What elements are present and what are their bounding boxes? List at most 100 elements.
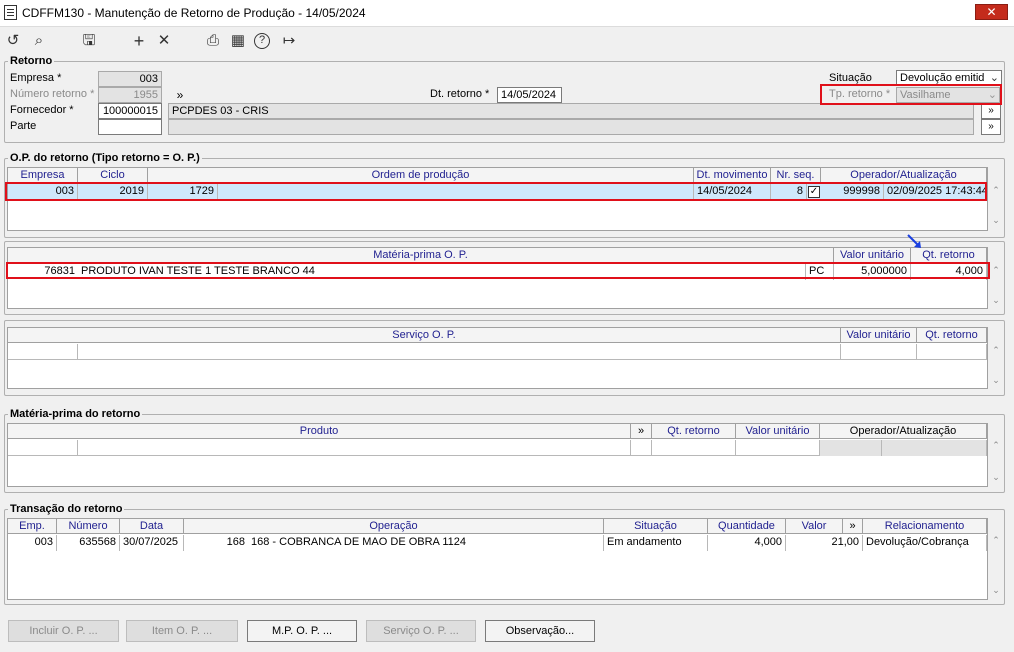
parte-field[interactable] [98, 119, 162, 135]
col-empresa[interactable]: Empresa [8, 168, 78, 183]
dt-retorno-field[interactable]: 14/05/2024 [497, 87, 562, 103]
highlight-op-row [5, 182, 987, 201]
scroll-down-icon[interactable]: ⌄ [989, 375, 1003, 386]
print-icon[interactable]: ⎙ [203, 31, 223, 51]
col-materia-prima[interactable]: Matéria-prima O. P. [8, 248, 834, 263]
scroll-down-icon[interactable]: ⌄ [989, 295, 1003, 306]
item-op-button[interactable]: Item O. P. ... [126, 620, 238, 642]
incluir-op-button[interactable]: Incluir O. P. ... [8, 620, 119, 642]
scroll-down-icon[interactable]: ⌄ [989, 472, 1003, 483]
cell-empty [631, 440, 652, 456]
cell-emp: 003 [8, 535, 57, 551]
cell-empty [917, 344, 987, 360]
title-bar: CDFFM130 - Manutenção de Retorno de Prod… [0, 0, 1014, 27]
retorno-title: Retorno [8, 55, 55, 67]
col-operacao[interactable]: Operação [184, 519, 604, 534]
cell-relacionamento: Devolução/Cobrança [863, 535, 987, 551]
col-emp[interactable]: Emp. [8, 519, 57, 534]
mp-retorno-title: Matéria-prima do retorno [8, 408, 143, 420]
cell-numero: 635568 [57, 535, 120, 551]
parte-label: Parte [10, 120, 37, 132]
scroll-up-icon[interactable]: ⌃ [989, 185, 1003, 196]
scroll-down-icon[interactable]: ⌄ [989, 585, 1003, 596]
cell-empty [8, 440, 78, 456]
col-qt-retorno[interactable]: Qt. retorno [652, 424, 736, 439]
dt-retorno-label: Dt. retorno * [430, 88, 490, 100]
numero-retorno-field[interactable]: 1955 [98, 87, 162, 103]
delete-icon[interactable]: ✕ [154, 31, 174, 51]
col-relacionamento[interactable]: Relacionamento [863, 519, 987, 534]
pointer-arrow-icon [907, 234, 921, 248]
window-title: CDFFM130 - Manutenção de Retorno de Prod… [22, 6, 366, 20]
highlight-tp-retorno [820, 84, 1002, 105]
servico-op-button[interactable]: Serviço O. P. ... [366, 620, 476, 642]
help-icon[interactable]: ? [254, 33, 270, 49]
calendar-icon[interactable]: ▦ [228, 31, 248, 51]
col-servico[interactable]: Serviço O. P. [8, 328, 841, 343]
col-produto[interactable]: Produto [8, 424, 631, 439]
col-more-button[interactable]: » [631, 424, 652, 439]
add-icon[interactable]: + [129, 31, 149, 51]
empresa-label: Empresa * [10, 72, 62, 84]
scroll-up-icon[interactable]: ⌃ [989, 535, 1003, 546]
col-more-button[interactable]: » [843, 519, 863, 534]
empresa-field[interactable]: 003 [98, 71, 162, 87]
scroll-up-icon[interactable]: ⌃ [989, 345, 1003, 356]
toolbar: ↺ ⌕ 🖫 + ✕ ⎙ ▦ ? ↦ [0, 27, 1014, 55]
close-button[interactable]: ✕ [975, 4, 1008, 20]
mp-retorno-table: Produto » Qt. retorno Valor unitário Ope… [7, 423, 988, 487]
save-icon[interactable]: 🖫 [79, 31, 99, 51]
situacao-label: Situação [829, 72, 872, 84]
cell-quantidade: 4,000 [708, 535, 786, 551]
fornecedor-more-button[interactable]: » [981, 103, 1001, 119]
transacao-table: Emp. Número Data Operação Situação Quant… [7, 518, 988, 600]
col-valor-unitario[interactable]: Valor unitário [736, 424, 820, 439]
col-operador-atualizacao[interactable]: Operador/Atualização [820, 424, 987, 439]
numero-more-button[interactable]: » [170, 87, 190, 103]
table-row[interactable] [8, 344, 987, 360]
col-qt-retorno[interactable]: Qt. retorno [917, 328, 987, 343]
scroll-up-icon[interactable]: ⌃ [989, 265, 1003, 276]
op-group-title: O.P. do retorno (Tipo retorno = O. P.) [8, 152, 202, 164]
cell-situacao: Em andamento [604, 535, 708, 551]
col-ciclo[interactable]: Ciclo [78, 168, 148, 183]
transacao-title: Transação do retorno [8, 503, 125, 515]
parte-desc-field [168, 119, 974, 135]
col-numero[interactable]: Número [57, 519, 120, 534]
fornecedor-field[interactable]: 100000015 [98, 103, 162, 119]
observacao-button[interactable]: Observação... [485, 620, 595, 642]
cell-operador [820, 440, 882, 456]
table-row[interactable]: 003 635568 30/07/2025 168 168 - COBRANCA… [8, 535, 987, 551]
fornecedor-label: Fornecedor * [10, 104, 74, 116]
numero-retorno-label: Número retorno * [10, 88, 95, 100]
col-dt-movimento[interactable]: Dt. movimento [694, 168, 771, 183]
cell-empty [78, 344, 841, 360]
undo-icon[interactable]: ↺ [3, 31, 23, 51]
search-icon[interactable]: ⌕ [29, 31, 49, 51]
exit-icon[interactable]: ↦ [279, 31, 299, 51]
col-data[interactable]: Data [120, 519, 184, 534]
col-ordem-producao[interactable]: Ordem de produção [148, 168, 694, 183]
cell-atualizacao [882, 440, 987, 456]
highlight-mp-row [6, 262, 990, 279]
scroll-up-icon[interactable]: ⌃ [989, 440, 1003, 451]
col-quantidade[interactable]: Quantidade [708, 519, 786, 534]
cell-empty [78, 440, 631, 456]
app-icon [4, 5, 17, 20]
col-nr-seq[interactable]: Nr. seq. [771, 168, 821, 183]
fornecedor-nome-field: PCPDES 03 - CRIS [168, 103, 974, 119]
col-operador-atualizacao[interactable]: Operador/Atualização [821, 168, 987, 183]
cell-empty [736, 440, 820, 456]
scroll-down-icon[interactable]: ⌄ [989, 215, 1003, 226]
cell-empty [841, 344, 917, 360]
col-situacao[interactable]: Situação [604, 519, 708, 534]
col-valor[interactable]: Valor [786, 519, 843, 534]
col-valor-unitario[interactable]: Valor unitário [834, 248, 911, 263]
cell-data: 30/07/2025 [120, 535, 184, 551]
mp-op-button[interactable]: M.P. O. P. ... [247, 620, 357, 642]
cell-operacao-codigo: 168 [226, 536, 245, 548]
cell-operacao-desc: 168 - COBRANCA DE MAO DE OBRA 1124 [248, 535, 604, 551]
parte-more-button[interactable]: » [981, 119, 1001, 135]
col-valor-unitario[interactable]: Valor unitário [841, 328, 917, 343]
table-row[interactable] [8, 440, 987, 456]
